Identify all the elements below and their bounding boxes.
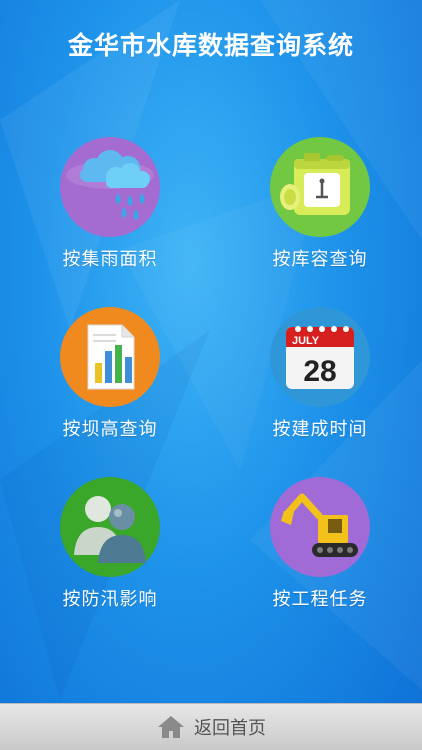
- menu-item-label: 按工程任务: [272, 589, 368, 610]
- excavator-icon: [270, 477, 370, 577]
- bottom-bar: 返回首页: [0, 703, 422, 750]
- calendar-month: JULY: [292, 335, 320, 347]
- menu-item-label: 按防汛影响: [62, 589, 158, 610]
- page-title: 金华市水库数据查询系统: [67, 31, 354, 60]
- home-button-label: 返回首页: [194, 718, 266, 739]
- menu-item-label: 按集雨面积: [62, 249, 158, 270]
- people-icon: [60, 477, 160, 577]
- menu-item-flood-impact[interactable]: 按防汛影响: [30, 475, 190, 611]
- calendar-icon: JULY 28: [270, 307, 370, 407]
- rain-cloud-icon: [60, 137, 160, 237]
- menu-item-engineering-task[interactable]: 按工程任务: [240, 475, 400, 611]
- menu-item-label: 按建成时间: [272, 419, 368, 440]
- house-icon: [158, 716, 184, 738]
- menu-item-storage-capacity[interactable]: 按库容查询: [240, 135, 400, 271]
- menu-item-catchment-area[interactable]: 按集雨面积: [30, 135, 190, 271]
- menu-item-label: 按库容查询: [272, 249, 368, 270]
- menu-item-label: 按坝高查询: [62, 419, 158, 440]
- home-button[interactable]: 返回首页: [156, 714, 266, 740]
- calendar-day: 28: [303, 355, 336, 388]
- bar-chart-document-icon: [60, 307, 160, 407]
- menu-item-completion-time[interactable]: JULY 28 按建成时间: [240, 305, 400, 441]
- menu-item-dam-height[interactable]: 按坝高查询: [30, 305, 190, 441]
- menu-grid: 按集雨面积 按库容查询 按坝高查询 JULY 28 按建成时间 按防汛影响 按工…: [0, 130, 422, 650]
- oil-can-icon: [270, 137, 370, 237]
